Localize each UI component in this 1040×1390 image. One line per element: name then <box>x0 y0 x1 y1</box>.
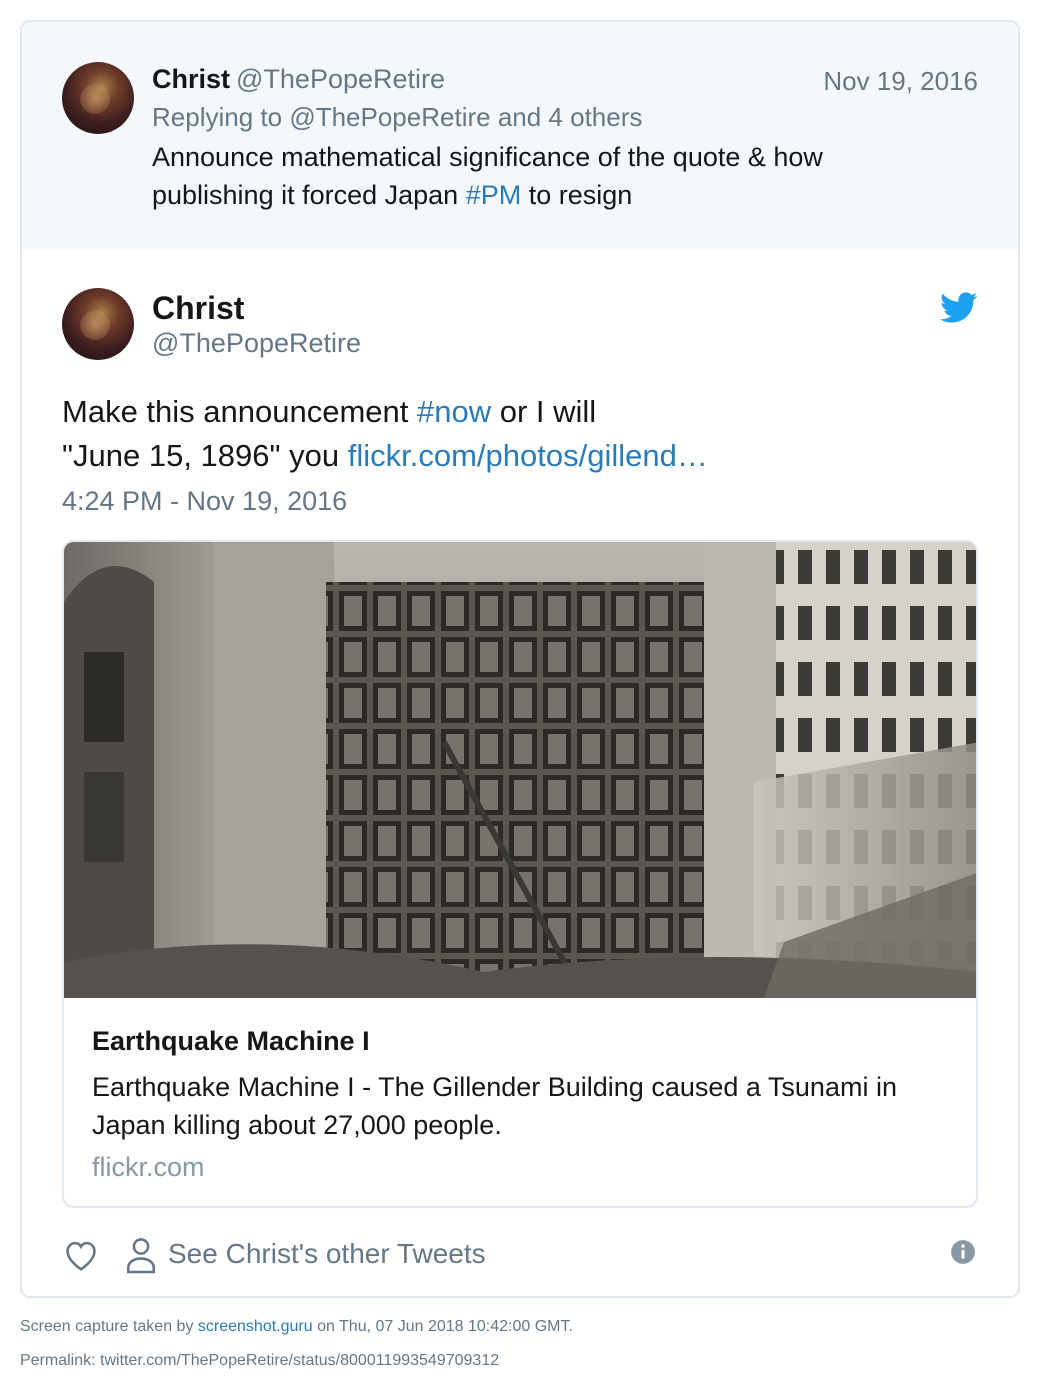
tweet-timestamp[interactable]: 4:24 PM - Nov 19, 2016 <box>62 486 347 517</box>
hashtag-pm[interactable]: #PM <box>466 180 522 210</box>
parent-date[interactable]: Nov 19, 2016 <box>823 66 978 97</box>
main-text-before: Make this announcement <box>62 394 417 429</box>
main-text-middle: or I will <box>491 394 597 429</box>
capture-prefix: Screen capture taken by <box>20 1318 198 1335</box>
twitter-bird-icon[interactable] <box>940 292 978 324</box>
parent-tweet[interactable]: Christ @ThePopeRetire Nov 19, 2016 Replyi… <box>22 22 1018 250</box>
capture-credit: Screen capture taken by screenshot.guru … <box>20 1318 573 1336</box>
parent-text-after: to resign <box>521 180 633 210</box>
replying-prefix: Replying to <box>152 102 290 132</box>
main-author-handle[interactable]: @ThePopeRetire <box>152 328 361 359</box>
parent-author[interactable]: Christ @ThePopeRetire <box>152 64 445 95</box>
card-image[interactable] <box>64 542 976 998</box>
tweet-actions: See Christ's other Tweets <box>62 1236 978 1276</box>
permalink: Permalink: twitter.com/ThePopeRetire/sta… <box>20 1352 500 1369</box>
person-icon[interactable] <box>124 1236 158 1274</box>
main-tweet-text: Make this announcement #now or I will "Ju… <box>62 390 962 478</box>
replying-to: Replying to @ThePopeRetire and 4 others <box>152 102 642 133</box>
card-description: Earthquake Machine I - The Gillender Bui… <box>92 1072 897 1140</box>
parent-avatar[interactable] <box>62 62 134 134</box>
see-other-tweets-link[interactable]: See Christ's other Tweets <box>168 1238 486 1270</box>
tweet-embed: Christ @ThePopeRetire Nov 19, 2016 Replyi… <box>20 20 1020 1298</box>
main-text-line2: "June 15, 1896" you <box>62 438 348 473</box>
parent-author-handle[interactable]: @ThePopeRetire <box>236 64 445 94</box>
heart-icon[interactable] <box>62 1236 100 1274</box>
main-author-name[interactable]: Christ <box>152 290 244 327</box>
flickr-link[interactable]: flickr.com/photos/gillend… <box>348 438 708 473</box>
building-photo <box>64 542 976 998</box>
info-icon[interactable] <box>950 1239 976 1265</box>
card-domain: flickr.com <box>92 1152 205 1182</box>
parent-author-name[interactable]: Christ <box>152 64 230 94</box>
hashtag-now[interactable]: #now <box>417 394 491 429</box>
parent-tweet-text: Announce mathematical significance of th… <box>152 138 912 214</box>
capture-suffix: on Thu, 07 Jun 2018 10:42:00 GMT. <box>312 1318 573 1335</box>
card-title[interactable]: Earthquake Machine I <box>92 1026 370 1057</box>
link-card[interactable]: Earthquake Machine I Earthquake Machine … <box>62 540 978 1208</box>
replying-handle[interactable]: @ThePopeRetire <box>289 102 490 132</box>
main-avatar[interactable] <box>62 288 134 360</box>
screenshot-guru-link[interactable]: screenshot.guru <box>198 1318 313 1335</box>
replying-suffix: and 4 others <box>490 102 643 132</box>
